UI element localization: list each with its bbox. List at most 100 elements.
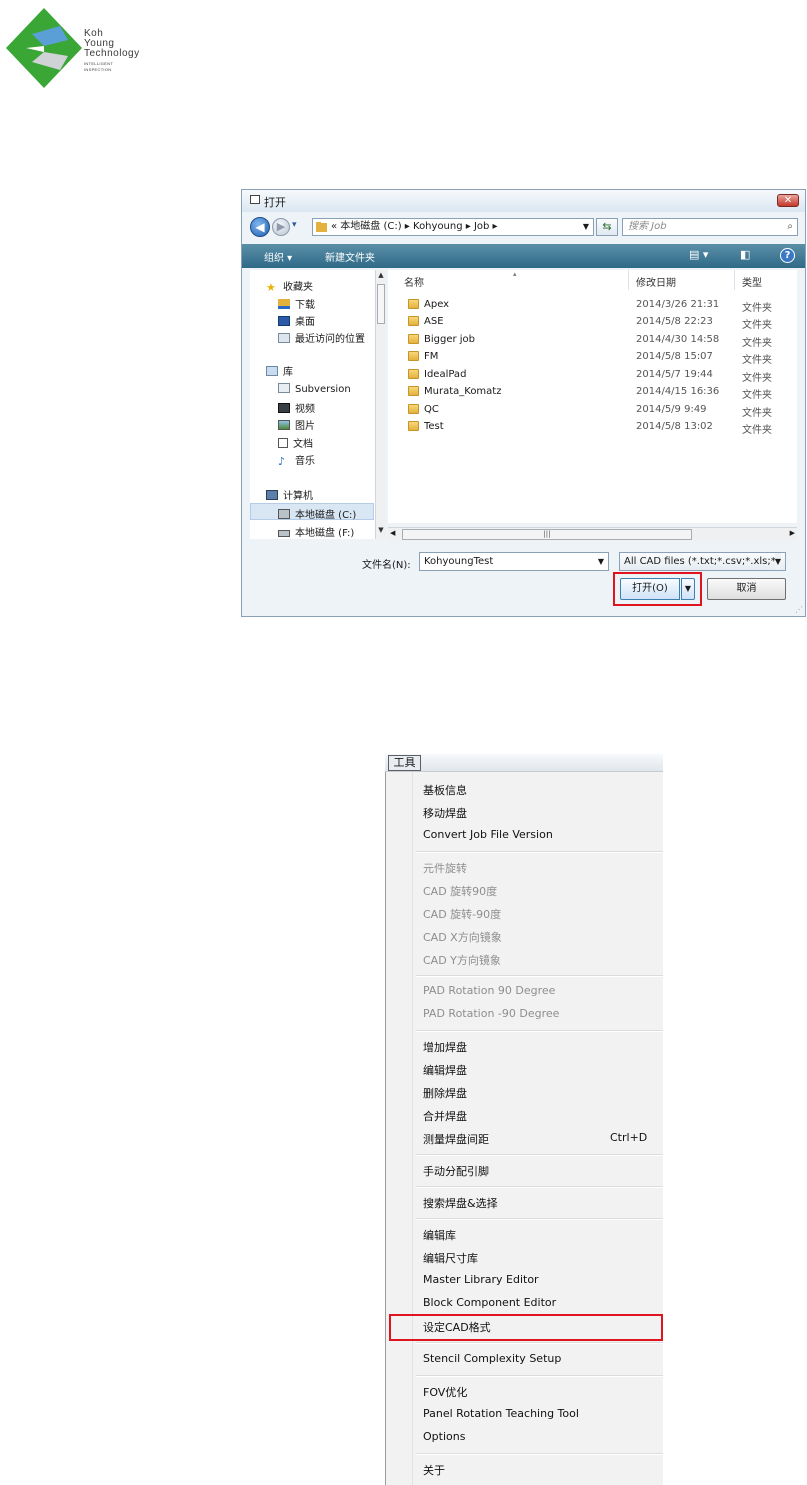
column-header-type[interactable]: 类型 bbox=[742, 274, 762, 289]
menu-item[interactable]: 基板信息 bbox=[423, 782, 467, 798]
file-type: 文件夹 bbox=[742, 320, 772, 331]
nav-item-libraries[interactable]: 库 bbox=[266, 363, 293, 378]
folder-icon bbox=[408, 386, 419, 396]
folder-icon bbox=[408, 316, 419, 326]
menu-item: PAD Rotation 90 Degree bbox=[423, 984, 556, 997]
file-type: 文件夹 bbox=[742, 373, 772, 384]
nav-scrollbar[interactable]: ▲ ▼ bbox=[375, 270, 386, 539]
scroll-right-icon[interactable]: ▶ bbox=[790, 529, 795, 537]
file-name: Murata_Komatz bbox=[424, 386, 502, 397]
downloads-folder-icon bbox=[278, 299, 290, 309]
nav-item-drive-f[interactable]: 本地磁盘 (F:) bbox=[278, 524, 354, 539]
dialog-title: 打开 bbox=[264, 196, 286, 209]
menu-item[interactable]: 手动分配引脚 bbox=[423, 1163, 489, 1179]
menu-item[interactable]: 关于 bbox=[423, 1462, 445, 1478]
nav-item-videos[interactable]: 视频 bbox=[278, 400, 315, 415]
music-icon: ♪ bbox=[278, 455, 286, 468]
nav-item-drive-c[interactable]: 本地磁盘 (C:) bbox=[278, 506, 356, 521]
hscroll-thumb[interactable]: ||| bbox=[402, 529, 692, 540]
menu-item: 元件旋转 bbox=[423, 862, 467, 875]
hard-drive-icon bbox=[278, 509, 290, 519]
menu-item[interactable]: Block Component Editor bbox=[423, 1296, 556, 1309]
menu-item[interactable]: Panel Rotation Teaching Tool bbox=[423, 1407, 579, 1420]
table-row[interactable]: Test 2014/5/8 13:02 文件夹 bbox=[388, 418, 797, 436]
file-date: 2014/5/8 15:07 bbox=[636, 351, 713, 362]
address-breadcrumb[interactable]: « 本地磁盘 (C:) ▸ Kohyoung ▸ Job ▸ bbox=[331, 219, 498, 235]
search-icon[interactable]: ⌕ bbox=[787, 219, 793, 235]
table-row[interactable]: Apex 2014/3/26 21:31 文件夹 bbox=[388, 296, 797, 314]
column-divider bbox=[628, 270, 629, 290]
menu-separator bbox=[416, 1030, 663, 1032]
menu-item[interactable]: 增加焊盘 bbox=[423, 1039, 467, 1055]
scroll-up-icon[interactable]: ▲ bbox=[376, 271, 386, 279]
table-row[interactable]: FM 2014/5/8 15:07 文件夹 bbox=[388, 348, 797, 366]
folder-icon bbox=[408, 404, 419, 414]
scroll-left-icon[interactable]: ◀ bbox=[390, 529, 395, 537]
filename-dropdown-icon[interactable]: ▼ bbox=[598, 553, 604, 570]
nav-item-favorites[interactable]: ★ 收藏夹 bbox=[266, 278, 313, 295]
menu-item[interactable]: Master Library Editor bbox=[423, 1273, 539, 1286]
preview-pane-icon[interactable]: ◧ bbox=[740, 248, 750, 261]
cancel-button[interactable]: 取消 bbox=[707, 578, 786, 600]
table-row[interactable]: ASE 2014/5/8 22:23 文件夹 bbox=[388, 313, 797, 331]
filename-label: 文件名(N): bbox=[362, 560, 411, 571]
dialog-close-button[interactable]: ✕ bbox=[777, 194, 799, 207]
folder-icon bbox=[408, 421, 419, 431]
recent-pages-dropdown-icon[interactable]: ▾ bbox=[292, 220, 297, 230]
file-date: 2014/5/8 22:23 bbox=[636, 316, 713, 327]
menu-tools[interactable]: 工具 bbox=[388, 755, 421, 771]
nav-item-music[interactable]: ♪ 音乐 bbox=[278, 452, 315, 467]
menu-item[interactable]: Stencil Complexity Setup bbox=[423, 1352, 561, 1365]
organize-button[interactable]: 组织 ▾ bbox=[264, 249, 292, 264]
logo-text-technology: Technology bbox=[84, 48, 140, 59]
address-dropdown-icon[interactable]: ▼ bbox=[583, 219, 589, 235]
help-icon[interactable]: ? bbox=[780, 248, 795, 263]
menu-item[interactable]: Convert Job File Version bbox=[423, 828, 553, 841]
nav-item-desktop[interactable]: 桌面 bbox=[278, 313, 315, 328]
menu-item[interactable]: 移动焊盘 bbox=[423, 805, 467, 821]
column-header-date[interactable]: 修改日期 bbox=[636, 274, 676, 289]
nav-item-computer[interactable]: 计算机 bbox=[266, 487, 313, 502]
table-row[interactable]: Bigger job 2014/4/30 14:58 文件夹 bbox=[388, 331, 797, 349]
file-date: 2014/5/9 9:49 bbox=[636, 404, 707, 415]
table-row[interactable]: Murata_Komatz 2014/4/15 16:36 文件夹 bbox=[388, 383, 797, 401]
dialog-window-icon bbox=[250, 195, 260, 204]
table-row[interactable]: IdealPad 2014/5/7 19:44 文件夹 bbox=[388, 366, 797, 384]
file-type-value: All CAD files (*.txt;*.csv;*.xls;* bbox=[624, 556, 776, 567]
menu-item[interactable]: 删除焊盘 bbox=[423, 1085, 467, 1101]
new-folder-button[interactable]: 新建文件夹 bbox=[325, 249, 375, 264]
search-input[interactable]: 搜索 Job ⌕ bbox=[622, 218, 798, 236]
file-type: 文件夹 bbox=[742, 425, 772, 436]
file-type-select[interactable]: All CAD files (*.txt;*.csv;*.xls;* ▼ bbox=[619, 552, 786, 571]
nav-item-downloads[interactable]: 下载 bbox=[278, 296, 315, 311]
refresh-icon[interactable]: ⇆ bbox=[596, 218, 618, 236]
menu-item[interactable]: 搜索焊盘&选择 bbox=[423, 1195, 498, 1211]
scroll-down-icon[interactable]: ▼ bbox=[376, 526, 386, 534]
menu-item[interactable]: 编辑焊盘 bbox=[423, 1062, 467, 1078]
nav-item-subversion[interactable]: Subversion bbox=[278, 383, 351, 395]
forward-arrow-icon[interactable]: ▶ bbox=[272, 218, 290, 236]
view-options-icon[interactable]: ▤ ▾ bbox=[689, 248, 708, 261]
file-type-dropdown-icon[interactable]: ▼ bbox=[774, 553, 781, 570]
menu-item[interactable]: 编辑库 bbox=[423, 1227, 456, 1243]
resize-grip-icon[interactable]: ⋰ bbox=[795, 605, 803, 614]
back-arrow-icon[interactable]: ◀ bbox=[250, 217, 270, 237]
menu-item[interactable]: 测量焊盘间距 bbox=[423, 1131, 489, 1147]
dialog-titlebar[interactable]: 打开 ✕ bbox=[242, 190, 805, 212]
nav-item-documents[interactable]: 文档 bbox=[278, 435, 313, 450]
menu-item[interactable]: 合并焊盘 bbox=[423, 1108, 467, 1124]
file-list-hscrollbar[interactable]: ◀ ||| ▶ bbox=[388, 527, 797, 541]
file-date: 2014/4/15 16:36 bbox=[636, 386, 720, 397]
star-icon: ★ bbox=[266, 281, 276, 294]
nav-item-recent[interactable]: 最近访问的位置 bbox=[278, 330, 365, 345]
filename-input[interactable]: KohyoungTest ▼ bbox=[419, 552, 609, 571]
address-bar[interactable]: « 本地磁盘 (C:) ▸ Kohyoung ▸ Job ▸ ▼ bbox=[312, 218, 594, 236]
column-header-name[interactable]: 名称 bbox=[404, 274, 424, 289]
menu-item[interactable]: Options bbox=[423, 1430, 465, 1443]
table-row[interactable]: QC 2014/5/9 9:49 文件夹 bbox=[388, 401, 797, 419]
menu-item[interactable]: 编辑尺寸库 bbox=[423, 1250, 478, 1266]
nav-item-pictures[interactable]: 图片 bbox=[278, 417, 315, 432]
nav-scroll-thumb[interactable] bbox=[377, 284, 385, 324]
menu-item[interactable]: FOV优化 bbox=[423, 1384, 467, 1400]
menu-separator bbox=[416, 1375, 663, 1377]
